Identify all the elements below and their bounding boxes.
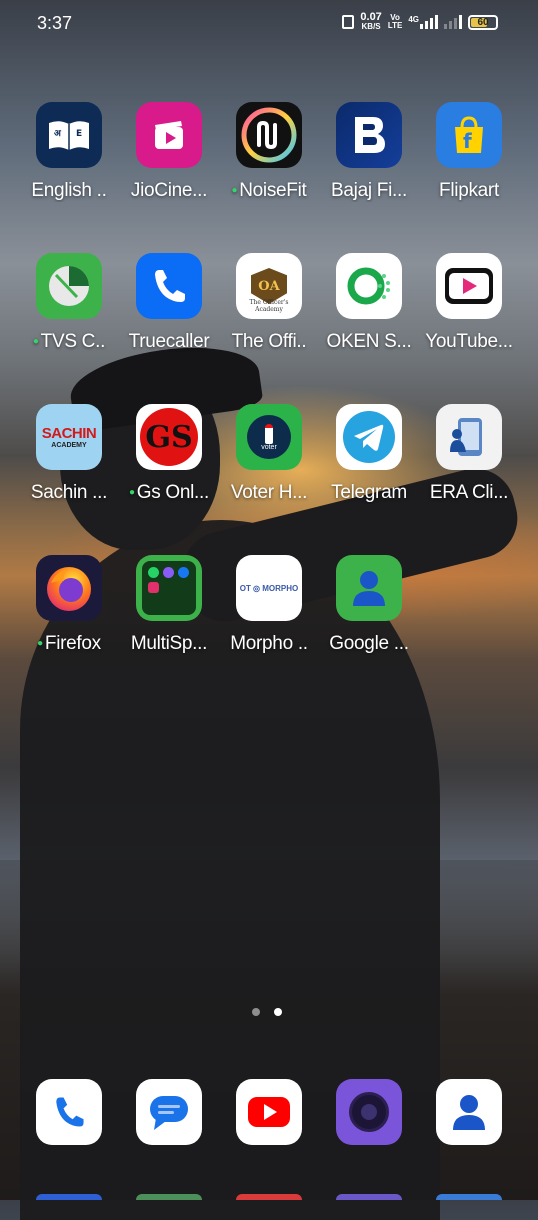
signal-sim1: 4G [408,15,438,29]
page-indicator [252,1008,282,1016]
status-indicators: 0.07 KB/S Vo LTE 4G 60 [342,12,498,32]
app-english-dictionary[interactable]: अ E English .. [19,102,119,202]
app-jiocinema[interactable]: JioCine... [119,102,219,202]
google-contacts-icon [336,555,402,621]
vibrate-icon [342,15,355,29]
app-youtube-create[interactable]: YouTube... [419,253,519,353]
svg-text:E: E [76,129,82,139]
app-tvs-connect[interactable]: TVS C.. [19,253,119,353]
peek-icon [436,1194,502,1200]
battery-icon: 60 [468,14,498,30]
peek-icon [36,1194,102,1200]
app-label: Gs Onl... [119,482,219,504]
app-noisefit[interactable]: NoiseFit [219,102,319,202]
app-label: The Offi.. [231,331,307,352]
app-label: Firefox [19,633,119,655]
app-gs-online[interactable]: GS Gs Onl... [119,404,219,504]
app-label: OKEN S... [326,331,412,352]
camera-icon[interactable] [336,1079,402,1145]
phone-icon[interactable] [36,1079,102,1145]
era-client-icon [436,404,502,470]
bajaj-finserv-icon [336,102,402,168]
app-label: Telegram [331,482,407,503]
app-row: SACHIN ACADEMY Sachin ... GS Gs Onl... v… [0,404,538,524]
jiocinema-icon [136,102,202,168]
app-officers-academy[interactable]: OA The Officer's Academy The Offi.. [219,253,319,353]
app-google-contacts[interactable]: Google ... [319,555,419,655]
truecaller-icon [136,253,202,319]
app-label: Morpho .. [230,633,308,654]
tvs-connect-icon [36,253,102,319]
app-label: JioCine... [130,180,208,201]
multispace-folder-icon [136,555,202,621]
app-row: अ E English .. JioCine... ● NoiseFit Baj… [0,102,538,222]
gs-online-icon: GS [136,404,202,470]
telegram-icon [336,404,402,470]
app-multispace-folder[interactable]: MultiSp... [119,555,219,655]
messages-icon[interactable] [136,1079,202,1145]
dock [0,1079,538,1145]
app-era-client[interactable]: ERA Cli... [419,404,519,504]
youtube-create-icon [436,253,502,319]
app-morpho[interactable]: OT ◎ MORPHO Morpho .. [219,555,319,655]
app-bajaj-finserv[interactable]: Bajaj Fi... [319,102,419,202]
peek-icon [236,1194,302,1200]
signal-bars-icon [420,15,438,29]
app-label: Truecaller [128,331,210,352]
app-oken[interactable]: OKEN S... [319,253,419,353]
status-bar: 3:37 0.07 KB/S Vo LTE 4G 60 [0,0,538,46]
flipkart-icon: f [436,102,502,168]
peek-icon [336,1194,402,1200]
app-label: ERA Cli... [429,482,509,503]
app-label: Flipkart [439,180,499,201]
app-label: YouTube... [425,331,513,352]
network-speed: 0.07 KB/S [360,11,382,32]
sachin-academy-icon: SACHIN ACADEMY [36,404,102,470]
english-dictionary-icon: अ E [36,102,102,168]
app-sachin-academy[interactable]: SACHIN ACADEMY Sachin ... [19,404,119,504]
app-row: Firefox MultiSp... OT ◎ MORPHO Morpho .. [0,555,538,675]
app-voter-helpline[interactable]: voter Voter H... [219,404,319,504]
noisefit-icon [236,102,302,168]
peek-icon [136,1194,202,1200]
oken-icon [336,253,402,319]
app-label: NoiseFit [219,180,319,202]
app-label: Google ... [329,633,409,654]
app-row: TVS C.. Truecaller OA The Officer's Acad… [0,253,538,373]
app-label: MultiSp... [130,633,208,654]
svg-text:अ: अ [54,129,62,139]
app-label: Voter H... [230,482,308,503]
page-dot[interactable] [252,1008,260,1016]
app-firefox[interactable]: Firefox [19,555,119,655]
app-telegram[interactable]: Telegram [319,404,419,504]
app-label: Bajaj Fi... [331,180,407,201]
signal-sim2-icon [444,15,462,29]
app-truecaller[interactable]: Truecaller [119,253,219,353]
contacts-icon[interactable] [436,1079,502,1145]
network-type: 4G [408,15,419,24]
svg-text:f: f [463,129,472,153]
officers-academy-icon: OA The Officer's Academy [236,253,302,319]
volte-icon: Vo LTE [387,13,403,30]
clock: 3:37 [37,13,73,33]
app-label: TVS C.. [19,331,119,353]
page-dot-active[interactable] [274,1008,282,1016]
voter-helpline-icon: voter [236,404,302,470]
battery-level: 60 [477,16,489,28]
app-label: Sachin ... [30,482,108,503]
youtube-icon[interactable] [236,1079,302,1145]
app-label: English .. [31,180,107,201]
app-flipkart[interactable]: f Flipkart [419,102,519,202]
firefox-icon [36,555,102,621]
morpho-icon: OT ◎ MORPHO [236,555,302,621]
